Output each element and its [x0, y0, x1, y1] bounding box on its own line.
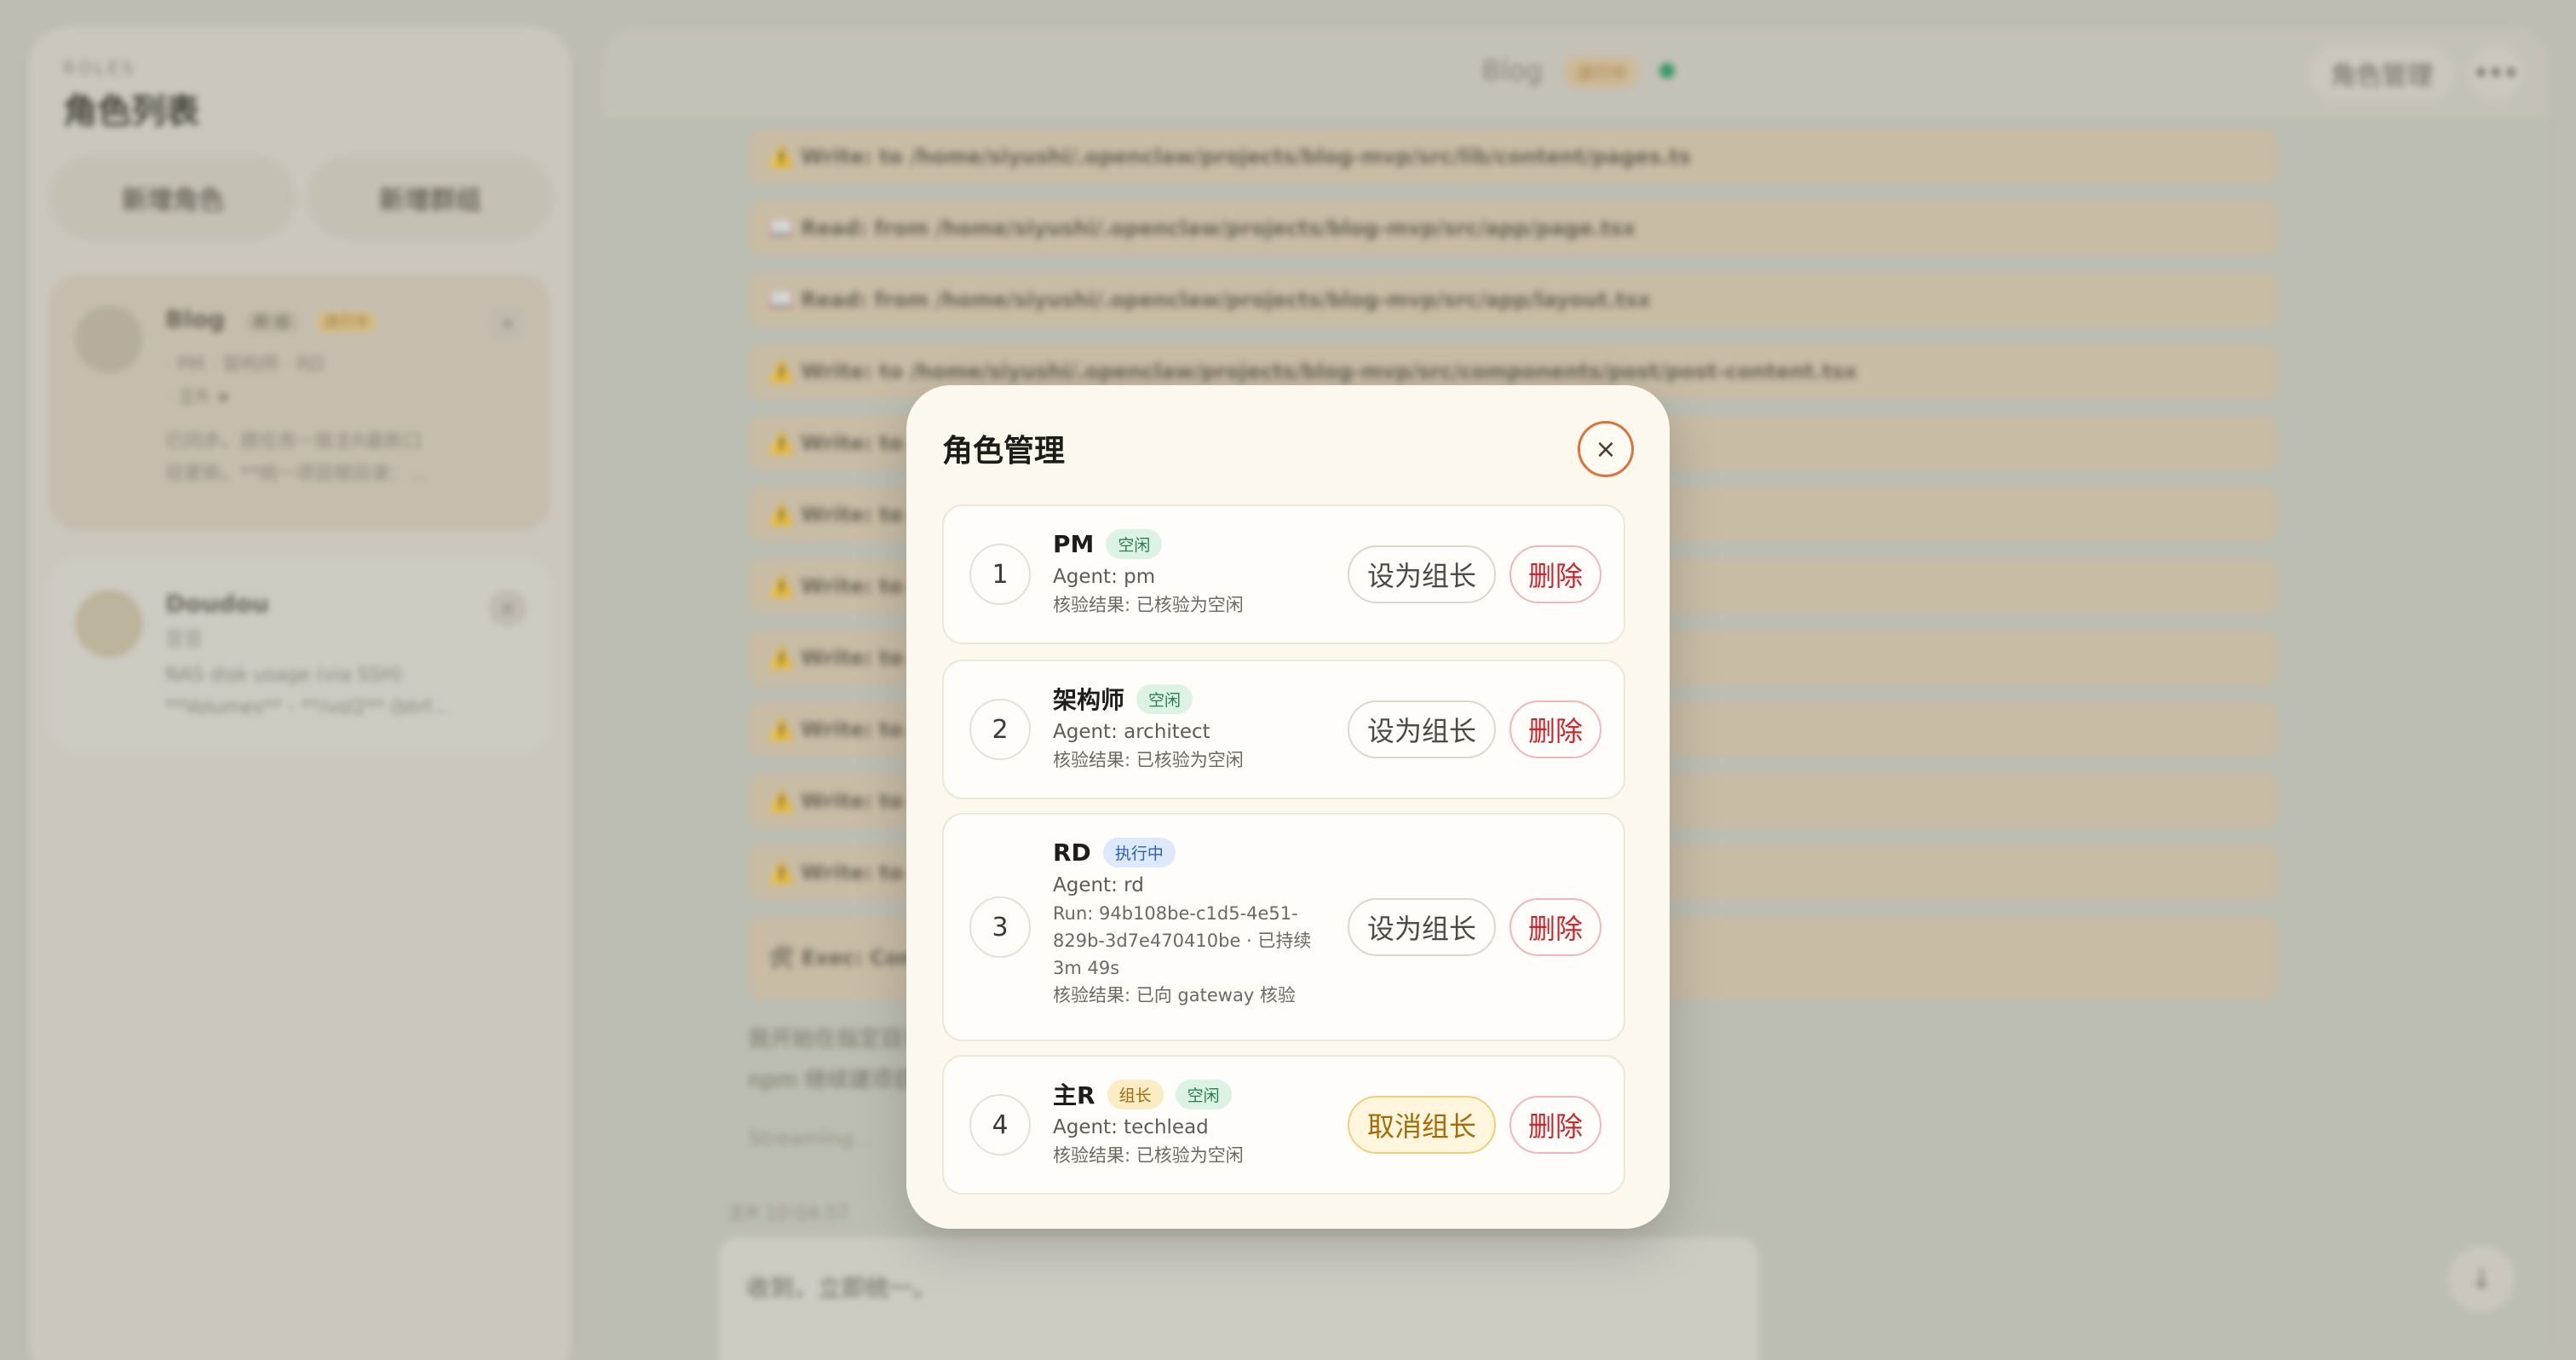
- status-badge: 空闲: [1106, 528, 1163, 559]
- role-verify-result: 核验结果: 已核验为空闲: [1053, 595, 1244, 615]
- role-info: PM 空闲 Agent: pm 核验结果: 已核验为空闲: [1053, 525, 1343, 619]
- role-index: 1: [969, 544, 1031, 605]
- role-name: PM: [1053, 529, 1095, 558]
- role-card-pm: 1 PM 空闲 Agent: pm 核验结果: 已核验为空闲 设为组长 删除: [942, 504, 1625, 644]
- role-agent: Agent: techlead: [1053, 1116, 1209, 1138]
- close-button[interactable]: ×: [1578, 421, 1634, 477]
- role-run-duration: 3m 49s: [1053, 958, 1120, 978]
- role-index: 2: [969, 699, 1031, 760]
- role-name: 架构师: [1053, 686, 1125, 714]
- role-info: 架构师 空闲 Agent: architect 核验结果: 已核验为空闲: [1053, 680, 1343, 774]
- delete-button[interactable]: 删除: [1509, 898, 1601, 956]
- role-info: RD 执行中 Agent: rd Run: 94b108be-c1d5-4e51…: [1053, 833, 1343, 1009]
- delete-button[interactable]: 删除: [1509, 700, 1601, 758]
- role-run-id: Run: 94b108be-c1d5-4e51-: [1053, 903, 1298, 924]
- set-lead-button[interactable]: 设为组长: [1348, 898, 1496, 956]
- status-badge: 空闲: [1136, 683, 1193, 714]
- role-index: 4: [969, 1094, 1031, 1155]
- role-name: 主R: [1053, 1081, 1095, 1109]
- close-icon: ×: [1595, 434, 1617, 464]
- role-card-rd: 3 RD 执行中 Agent: rd Run: 94b108be-c1d5-4e…: [942, 813, 1625, 1041]
- status-badge: 空闲: [1175, 1079, 1232, 1109]
- role-card-techlead: 4 主R 组长 空闲 Agent: techlead 核验结果: 已核验为空闲 …: [942, 1055, 1625, 1195]
- set-lead-button[interactable]: 设为组长: [1348, 545, 1496, 603]
- modal-title: 角色管理: [942, 434, 1066, 469]
- role-index: 3: [969, 896, 1031, 958]
- role-verify-result: 核验结果: 已核验为空闲: [1053, 750, 1244, 770]
- role-agent: Agent: pm: [1053, 566, 1156, 588]
- role-card-architect: 2 架构师 空闲 Agent: architect 核验结果: 已核验为空闲 设…: [942, 660, 1625, 799]
- role-info: 主R 组长 空闲 Agent: techlead 核验结果: 已核验为空闲: [1053, 1075, 1343, 1169]
- delete-button[interactable]: 删除: [1509, 1096, 1601, 1154]
- role-run-id: 829b-3d7e470410be · 已持续: [1053, 931, 1312, 951]
- delete-button[interactable]: 删除: [1509, 545, 1601, 603]
- role-verify-result: 核验结果: 已核验为空闲: [1053, 1145, 1244, 1166]
- role-name: RD: [1053, 838, 1091, 867]
- status-badge: 执行中: [1102, 837, 1176, 867]
- unset-lead-button[interactable]: 取消组长: [1348, 1096, 1496, 1154]
- role-verify-result: 核验结果: 已向 gateway 核验: [1053, 985, 1296, 1006]
- role-management-modal: 角色管理 × 1 PM 空闲 Agent: pm 核验结果: 已核验为空闲 设为…: [906, 385, 1670, 1229]
- role-agent: Agent: rd: [1053, 874, 1144, 896]
- set-lead-button[interactable]: 设为组长: [1348, 700, 1496, 758]
- lead-badge: 组长: [1107, 1079, 1164, 1109]
- role-agent: Agent: architect: [1053, 721, 1210, 743]
